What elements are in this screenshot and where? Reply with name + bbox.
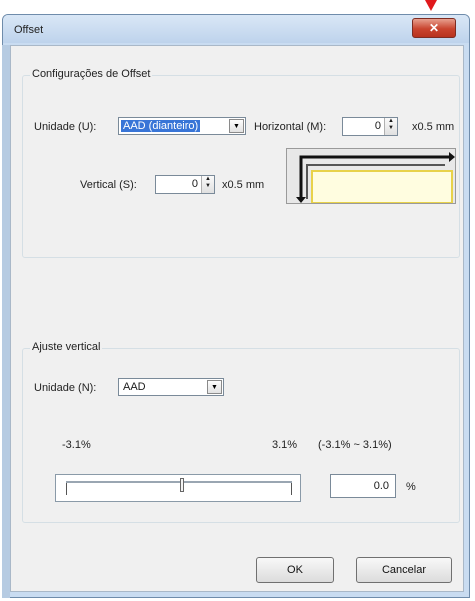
adjust-unit-value: AAD <box>123 381 146 393</box>
vertical-spin-input[interactable]: 0 ▲ ▼ <box>155 175 215 194</box>
title-bar[interactable] <box>3 15 469 43</box>
horizontal-value: 0 <box>374 120 381 132</box>
slider-range-label: (-3.1% ~ 3.1%) <box>318 439 392 451</box>
unit-select-value: AAD (dianteiro) <box>121 120 201 132</box>
chevron-down-icon[interactable]: ▼ <box>229 119 244 133</box>
slider-max-label: 3.1% <box>272 439 298 451</box>
adjust-value-unit: % <box>406 481 416 493</box>
cancel-button[interactable]: Cancelar <box>356 557 452 583</box>
chevron-down-icon[interactable]: ▼ <box>207 380 222 394</box>
vertical-unit: x0.5 mm <box>222 179 265 191</box>
spin-arrows-icon[interactable]: ▲ ▼ <box>201 176 214 193</box>
horizontal-unit: x0.5 mm <box>412 121 455 133</box>
slider-track-line <box>66 481 292 483</box>
slider-tick <box>291 483 292 495</box>
slider-min-label: -3.1% <box>62 439 91 451</box>
close-button[interactable]: ✕ <box>412 18 456 38</box>
offset-settings-legend: Configurações de Offset <box>30 68 153 80</box>
horizontal-spin-input[interactable]: 0 ▲ ▼ <box>342 117 398 136</box>
close-icon: ✕ <box>428 21 440 35</box>
adjust-unit-label: Unidade (N): <box>34 382 97 394</box>
adjust-value-field[interactable]: 0.0 <box>330 474 396 498</box>
offset-preview-image <box>286 148 456 204</box>
adjust-unit-select[interactable]: AAD ▼ <box>118 378 224 396</box>
vertical-value: 0 <box>191 178 198 190</box>
slider-thumb[interactable] <box>180 478 184 492</box>
unit-label: Unidade (U): <box>34 121 97 133</box>
unit-select[interactable]: AAD (dianteiro) ▼ <box>118 117 246 135</box>
vertical-adjust-slider[interactable] <box>55 474 301 502</box>
left-border <box>2 45 10 598</box>
window-title: Offset <box>14 24 44 36</box>
slider-tick <box>66 483 67 495</box>
offset-preview-graphic <box>296 152 455 203</box>
horizontal-label: Horizontal (M): <box>254 121 327 133</box>
vertical-adjust-legend: Ajuste vertical <box>30 341 103 353</box>
cursor-indicator <box>425 0 437 11</box>
vertical-label: Vertical (S): <box>80 179 137 191</box>
adjust-value: 0.0 <box>373 480 389 492</box>
ok-button[interactable]: OK <box>256 557 334 583</box>
spin-arrows-icon[interactable]: ▲ ▼ <box>384 118 397 135</box>
